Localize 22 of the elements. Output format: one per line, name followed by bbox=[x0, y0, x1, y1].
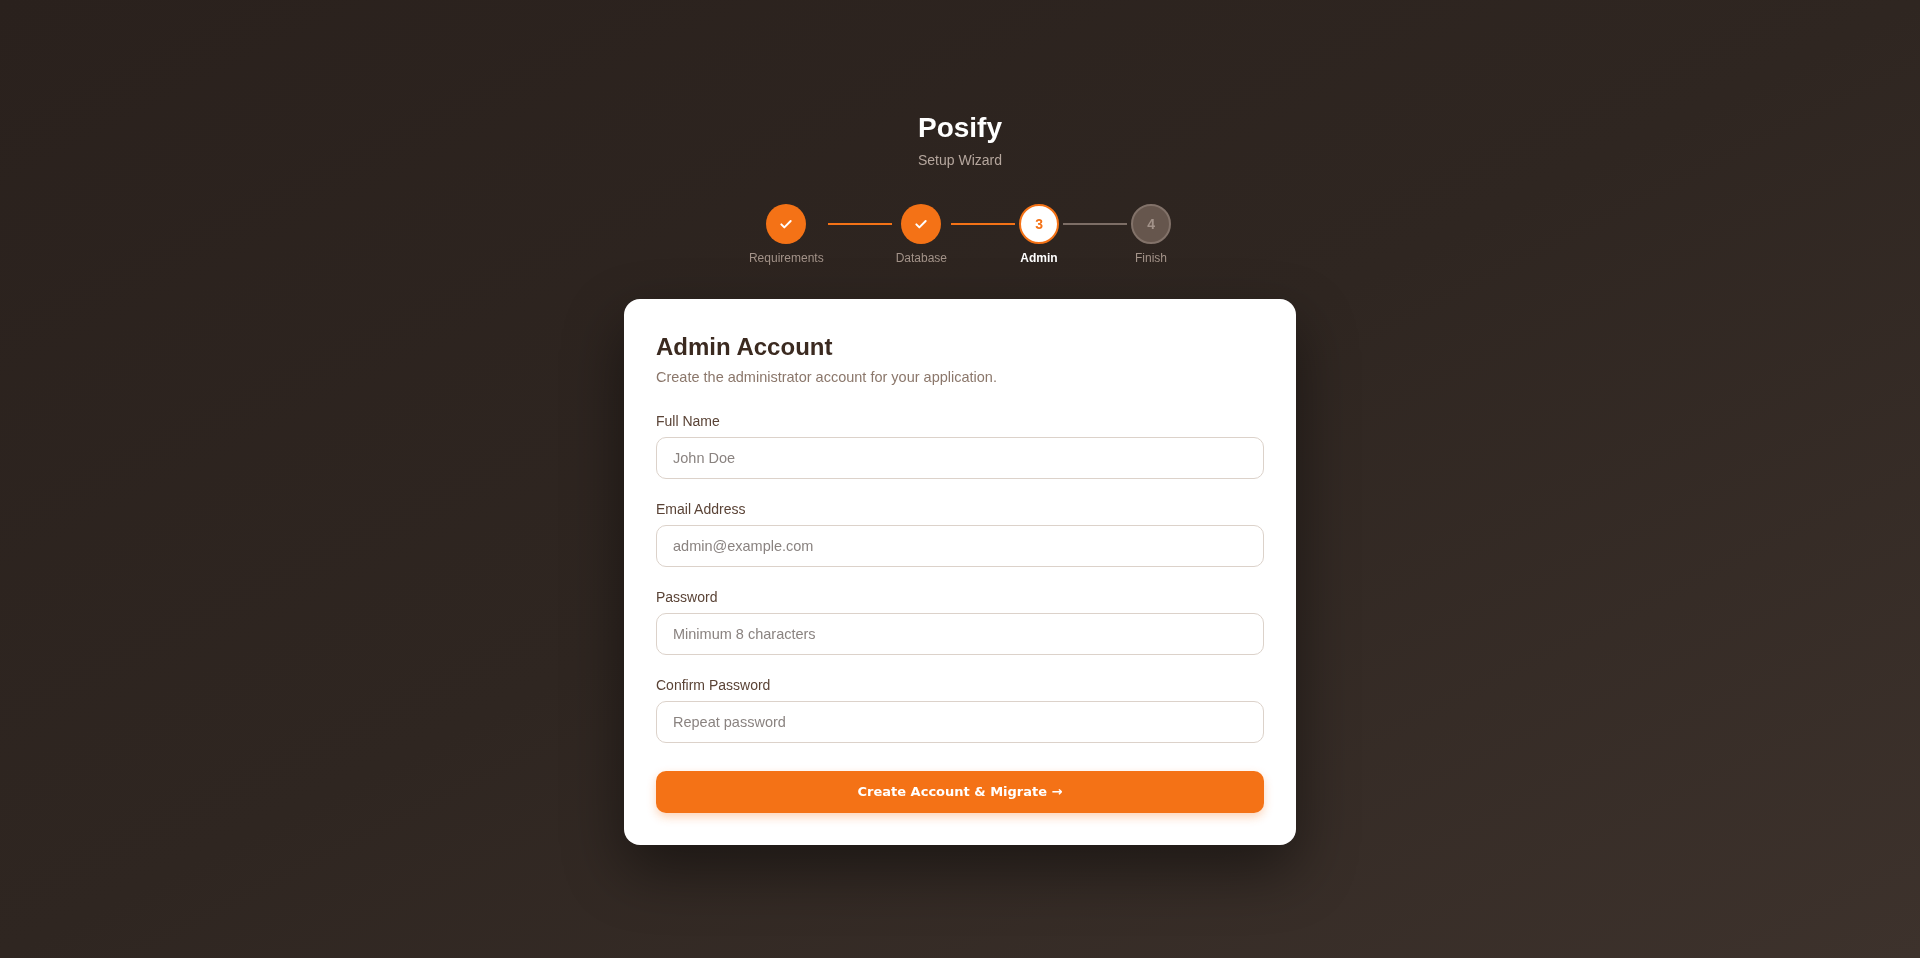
step-label: Finish bbox=[1135, 250, 1168, 266]
step-connector bbox=[951, 223, 1016, 225]
step-connector bbox=[1063, 223, 1128, 225]
field-label: Password bbox=[656, 588, 719, 607]
submit-button[interactable]: Create Account & Migrate → bbox=[656, 771, 1264, 813]
step-number: 3 bbox=[1019, 204, 1060, 244]
step-label: Database bbox=[895, 250, 948, 266]
step-connector bbox=[827, 223, 892, 225]
input-field[interactable]: Repeat password bbox=[656, 701, 1264, 743]
step-label: Admin bbox=[1020, 250, 1058, 266]
field-label: Confirm Password bbox=[656, 676, 772, 695]
app-title: Posify bbox=[918, 111, 1002, 145]
step-number: 4 bbox=[1131, 204, 1172, 244]
card-description: Create the administrator account for your application. bbox=[656, 368, 998, 387]
app-subtitle: Setup Wizard bbox=[917, 151, 1002, 170]
input-field[interactable]: admin@example.com bbox=[656, 525, 1264, 567]
field-label: Email Address bbox=[656, 500, 747, 519]
input-field[interactable]: Minimum 8 characters bbox=[656, 613, 1264, 655]
field-label: Full Name bbox=[656, 412, 721, 431]
card-title: Admin Account bbox=[656, 332, 834, 362]
input-field[interactable]: John Doe bbox=[656, 437, 1264, 479]
step-label: Requirements bbox=[748, 250, 824, 266]
